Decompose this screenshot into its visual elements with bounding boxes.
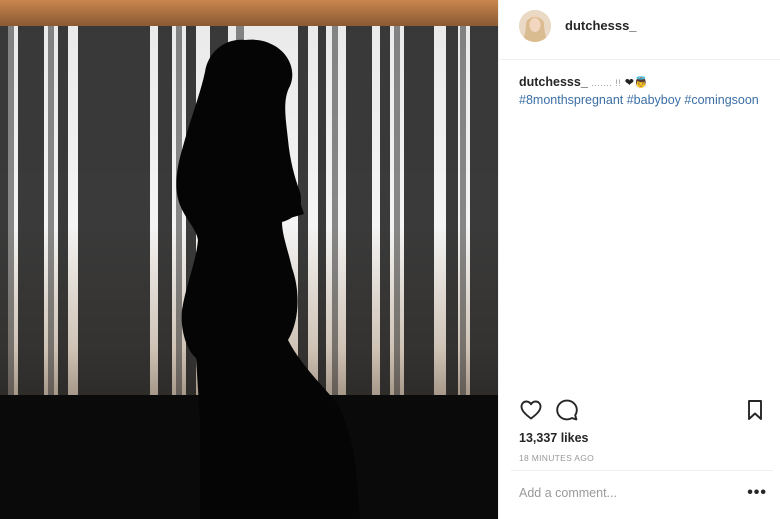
author-username[interactable]: dutchesss_ — [565, 18, 637, 33]
save-button[interactable] — [743, 398, 769, 424]
comment-button[interactable] — [555, 398, 581, 424]
post-header: dutchesss_ — [499, 0, 780, 60]
post-photo[interactable] — [0, 0, 498, 519]
likes-count[interactable]: 13,337 likes — [519, 431, 589, 445]
speech-bubble-icon — [556, 399, 578, 421]
instagram-post: dutchesss_ dutchesss_ ....... !! ❤👼 #8mo… — [0, 0, 780, 519]
caption-hashtags[interactable]: #8monthspregnant #babyboy #comingsoon — [519, 92, 769, 109]
post-side-panel: dutchesss_ dutchesss_ ....... !! ❤👼 #8mo… — [498, 0, 780, 519]
comment-bar: ••• — [511, 470, 773, 519]
like-button[interactable] — [519, 398, 545, 424]
post-timestamp[interactable]: 18 MINUTES AGO — [519, 453, 594, 463]
post-actions — [519, 398, 769, 426]
caption-username[interactable]: dutchesss_ — [519, 75, 588, 89]
caption-text: ....... !! — [591, 78, 622, 88]
bookmark-icon — [748, 400, 762, 420]
avatar-image — [519, 10, 551, 42]
caption-emoji: ❤👼 — [624, 77, 648, 89]
silhouette-photo-image — [0, 0, 498, 519]
avatar[interactable] — [519, 10, 551, 42]
more-options-icon[interactable]: ••• — [747, 484, 767, 502]
heart-icon — [520, 400, 542, 420]
comment-input[interactable] — [519, 486, 739, 500]
post-caption: dutchesss_ ....... !! ❤👼 #8monthspregnan… — [519, 74, 769, 109]
